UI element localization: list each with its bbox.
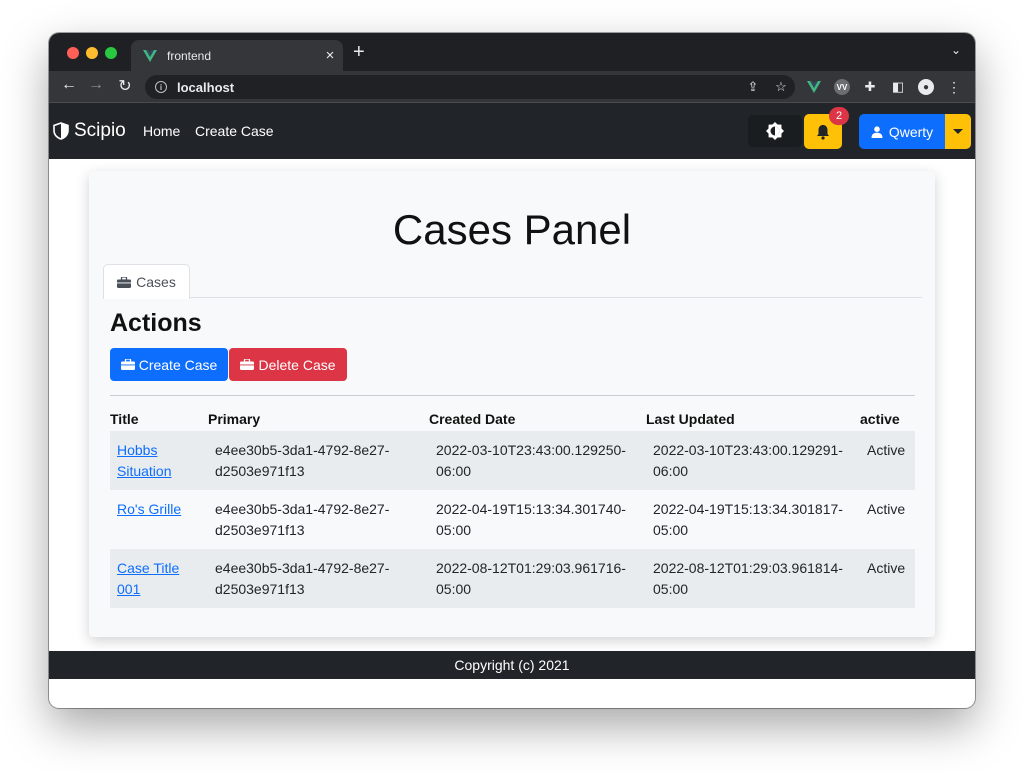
shield-icon: [53, 122, 69, 140]
browser-tab[interactable]: frontend ×: [131, 40, 343, 71]
briefcase-icon: [117, 276, 132, 288]
browser-toolbar: ← → ↻ i localhost ⇪ ☆ VV ✚ ◧ ● ⋮: [49, 71, 975, 103]
extensions-puzzle-icon[interactable]: ✚: [860, 77, 880, 97]
tab-cases-label: Cases: [136, 274, 176, 290]
url-text[interactable]: localhost: [177, 80, 739, 95]
theme-toggle-button[interactable]: [748, 115, 802, 147]
user-dropdown-toggle[interactable]: [945, 114, 971, 149]
brand[interactable]: Scipio: [53, 120, 126, 142]
browser-window: frontend × + ⌄ ← → ↻ i localhost ⇪ ☆ VV …: [49, 33, 975, 708]
case-title-link[interactable]: Hobbs Situation: [117, 442, 171, 479]
profile-icon[interactable]: ●: [916, 77, 936, 97]
app-navbar: Scipio Home Create Case 2 Qwerty: [49, 103, 975, 159]
reload-icon[interactable]: ↻: [115, 76, 135, 96]
tab-search-chevron-icon[interactable]: ⌄: [951, 43, 961, 57]
nav-link-create-case[interactable]: Create Case: [195, 123, 274, 139]
address-bar[interactable]: i localhost ⇪ ☆: [145, 75, 795, 99]
divider: [110, 395, 915, 396]
side-panel-icon[interactable]: ◧: [888, 77, 908, 97]
tab-close-icon[interactable]: ×: [317, 47, 343, 64]
briefcase-icon: [120, 359, 135, 370]
caret-down-icon: [953, 129, 963, 134]
case-created-date: 2022-04-19T15:13:34.301740-05:00: [436, 501, 626, 538]
user-name: Qwerty: [888, 123, 934, 140]
copyright-text: Copyright (c) 2021: [454, 657, 570, 673]
vue-logo-icon: [143, 49, 157, 62]
column-header-primary[interactable]: Primary: [208, 407, 429, 431]
back-arrow-icon[interactable]: ←: [59, 76, 79, 94]
vue-devtools-extension-icon[interactable]: [804, 77, 824, 97]
maximize-window-button[interactable]: [105, 47, 117, 59]
case-last-updated: 2022-08-12T01:29:03.961814-05:00: [646, 549, 860, 608]
cases-panel-card: Cases Panel Cases Actions Create Case De…: [89, 171, 935, 637]
actions-heading: Actions: [110, 309, 202, 337]
extension-vv-icon[interactable]: VV: [832, 77, 852, 97]
minimize-window-button[interactable]: [86, 47, 98, 59]
case-primary: e4ee30b5-3da1-4792-8e27-d2503e971f13: [215, 501, 390, 538]
column-header-created-date[interactable]: Created Date: [429, 407, 646, 431]
cases-table: Title Primary Created Date Last Updated …: [110, 407, 915, 608]
user-menu-button[interactable]: Qwerty: [859, 114, 945, 149]
case-primary: e4ee30b5-3da1-4792-8e27-d2503e971f13: [208, 431, 429, 490]
column-header-last-updated[interactable]: Last Updated: [646, 407, 860, 431]
case-active-status: Active: [867, 501, 906, 517]
kebab-menu-icon[interactable]: ⋮: [944, 77, 964, 97]
table-row: Case Title 001 e4ee30b5-3da1-4792-8e27-d…: [110, 549, 915, 608]
page-footer: Copyright (c) 2021: [49, 651, 975, 679]
table-header-row: Title Primary Created Date Last Updated …: [110, 407, 915, 431]
brand-name: Scipio: [74, 120, 126, 141]
tab-title: frontend: [167, 48, 212, 63]
case-created-date: 2022-03-10T23:43:00.129250-06:00: [429, 431, 646, 490]
case-last-updated: 2022-04-19T15:13:34.301817-05:00: [653, 501, 843, 538]
case-title-link[interactable]: Ro's Grille: [117, 501, 181, 517]
table-row: Hobbs Situation e4ee30b5-3da1-4792-8e27-…: [110, 431, 915, 490]
new-tab-button[interactable]: +: [353, 41, 365, 63]
case-active-status: Active: [860, 431, 915, 490]
share-icon[interactable]: ⇪: [739, 79, 767, 95]
case-title-link[interactable]: Case Title 001: [117, 560, 179, 597]
create-case-label: Create Case: [138, 356, 218, 373]
theme-contrast-icon: [766, 122, 784, 140]
case-created-date: 2022-08-12T01:29:03.961716-05:00: [429, 549, 646, 608]
tabs-underline: [103, 297, 922, 298]
column-header-title[interactable]: Title: [110, 407, 208, 431]
bookmark-star-icon[interactable]: ☆: [767, 79, 795, 95]
case-primary: e4ee30b5-3da1-4792-8e27-d2503e971f13: [208, 549, 429, 608]
briefcase-icon: [240, 359, 255, 370]
nav-link-home[interactable]: Home: [143, 123, 180, 139]
table-row: Ro's Grille e4ee30b5-3da1-4792-8e27-d250…: [110, 490, 915, 549]
close-window-button[interactable]: [67, 47, 79, 59]
case-active-status: Active: [860, 549, 915, 608]
tab-cases[interactable]: Cases: [103, 264, 190, 299]
delete-case-button[interactable]: Delete Case: [229, 348, 347, 381]
page-title: Cases Panel: [392, 206, 632, 253]
create-case-button[interactable]: Create Case: [110, 348, 228, 381]
case-last-updated: 2022-03-10T23:43:00.129291-06:00: [646, 431, 860, 490]
browser-tabstrip: frontend × + ⌄: [49, 33, 975, 71]
site-info-icon[interactable]: i: [155, 81, 167, 93]
person-icon: [871, 125, 883, 138]
bell-icon: [817, 124, 829, 140]
column-header-active[interactable]: active: [860, 407, 915, 431]
notification-count-badge: 2: [829, 107, 849, 125]
delete-case-label: Delete Case: [258, 356, 336, 373]
forward-arrow-icon[interactable]: →: [86, 76, 106, 94]
